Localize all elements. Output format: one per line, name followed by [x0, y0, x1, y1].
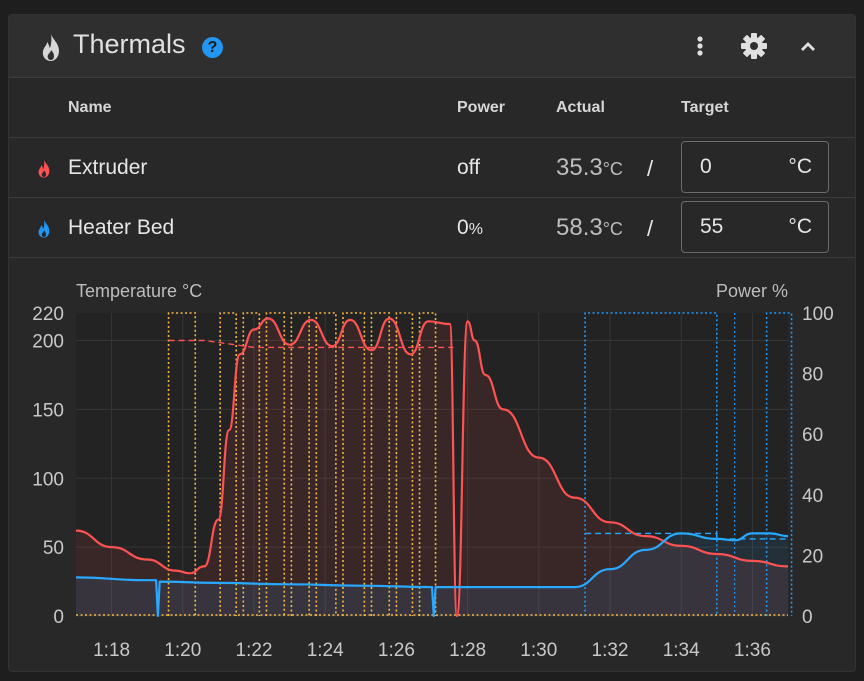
y2-tick-label: 100 — [802, 304, 834, 325]
heater-power: off — [457, 156, 480, 179]
separator: / — [647, 216, 654, 241]
y2-tick-label: 60 — [802, 425, 823, 446]
y2-axis-title: Power % — [716, 281, 788, 301]
temperature-chart[interactable]: Temperature °C Power % 1:18 1:20 1:22 1:24 1… — [9, 261, 855, 671]
card-title: Thermals — [73, 29, 186, 59]
x-tick-label: 1:36 — [734, 640, 771, 661]
chevron-up-icon[interactable] — [791, 29, 825, 63]
y-tick-label: 200 — [32, 332, 64, 353]
y-tick-label: 220 — [32, 304, 64, 325]
x-tick-label: 1:22 — [236, 640, 273, 661]
x-tick-label: 1:30 — [520, 640, 557, 661]
y2-tick-label: 40 — [802, 486, 823, 507]
table-row[interactable]: Heater Bed 0% 58.3°C / 55 °C — [9, 197, 855, 258]
x-tick-label: 1:24 — [307, 640, 344, 661]
extruder-flame-icon — [38, 159, 50, 178]
x-tick-label: 1:32 — [592, 640, 629, 661]
y-axis-title: Temperature °C — [76, 281, 202, 301]
heater-bed-flame-icon — [38, 219, 50, 238]
y2-tick-label: 80 — [802, 365, 823, 386]
y-tick-label: 150 — [32, 400, 64, 421]
more-vert-icon[interactable] — [683, 29, 717, 63]
column-header-name: Name — [68, 99, 112, 116]
table-header: Name Power Actual Target — [9, 77, 855, 138]
y-tick-label: 50 — [43, 538, 64, 559]
target-input[interactable]: 55 °C — [681, 201, 829, 253]
x-tick-label: 1:26 — [378, 640, 415, 661]
target-input[interactable]: 0 °C — [681, 141, 829, 193]
y-tick-label: 0 — [53, 607, 64, 628]
thermals-card: Thermals ? Name Power Actual Target Extr… — [8, 14, 856, 672]
heater-name: Heater Bed — [68, 216, 175, 239]
y-tick-label: 100 — [32, 469, 64, 490]
heater-power: 0% — [457, 216, 483, 239]
table-row[interactable]: Extruder off 35.3°C / 0 °C — [9, 137, 855, 198]
x-tick-label: 1:18 — [93, 640, 130, 661]
heater-actual: 35.3°C — [556, 154, 623, 181]
x-tick-label: 1:34 — [663, 640, 700, 661]
column-header-actual: Actual — [556, 99, 605, 116]
x-tick-label: 1:28 — [449, 640, 486, 661]
separator: / — [647, 156, 654, 181]
flame-icon — [42, 34, 59, 61]
column-header-target: Target — [681, 99, 729, 116]
heater-name: Extruder — [68, 156, 148, 179]
card-header: Thermals ? — [9, 15, 855, 78]
help-icon[interactable]: ? — [202, 37, 223, 58]
heater-actual: 58.3°C — [556, 214, 623, 241]
y2-tick-label: 0 — [802, 607, 813, 628]
gear-icon[interactable] — [737, 29, 771, 63]
column-header-power: Power — [457, 99, 506, 116]
y2-tick-label: 20 — [802, 546, 823, 567]
x-tick-label: 1:20 — [164, 640, 201, 661]
